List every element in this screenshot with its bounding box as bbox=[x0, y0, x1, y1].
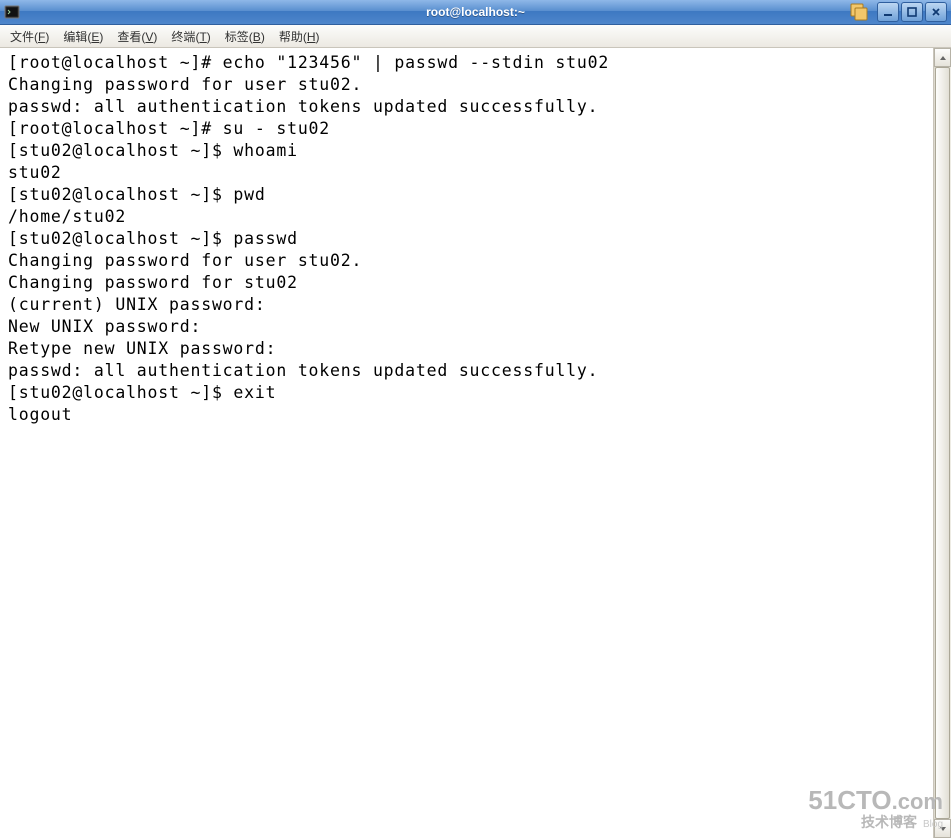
maximize-button[interactable] bbox=[901, 2, 923, 22]
scroll-thumb[interactable] bbox=[935, 67, 950, 819]
close-button[interactable] bbox=[925, 2, 947, 22]
menu-edit[interactable]: 编辑(E) bbox=[57, 26, 109, 47]
menu-tabs[interactable]: 标签(B) bbox=[219, 26, 271, 47]
titlebar[interactable]: root@localhost:~ bbox=[0, 0, 951, 25]
menu-help[interactable]: 帮助(H) bbox=[273, 26, 326, 47]
menu-view[interactable]: 查看(V) bbox=[111, 26, 163, 47]
terminal-app-icon bbox=[4, 4, 20, 20]
menu-terminal[interactable]: 终端(T) bbox=[165, 26, 216, 47]
minimize-button[interactable] bbox=[877, 2, 899, 22]
window-group-icon[interactable] bbox=[847, 1, 871, 23]
window-title: root@localhost:~ bbox=[0, 5, 951, 19]
scroll-track[interactable] bbox=[934, 67, 951, 819]
terminal-window: root@localhost:~ 文件(F) 编辑(E) 查看(V) 终端(T) bbox=[0, 0, 951, 838]
menubar: 文件(F) 编辑(E) 查看(V) 终端(T) 标签(B) 帮助(H) bbox=[0, 25, 951, 48]
terminal-area: [root@localhost ~]# echo "123456" | pass… bbox=[0, 48, 951, 838]
terminal-output[interactable]: [root@localhost ~]# echo "123456" | pass… bbox=[0, 48, 933, 838]
scrollbar[interactable] bbox=[933, 48, 951, 838]
menu-file[interactable]: 文件(F) bbox=[4, 26, 55, 47]
scroll-down-button[interactable] bbox=[934, 819, 951, 838]
scroll-up-button[interactable] bbox=[934, 48, 951, 67]
